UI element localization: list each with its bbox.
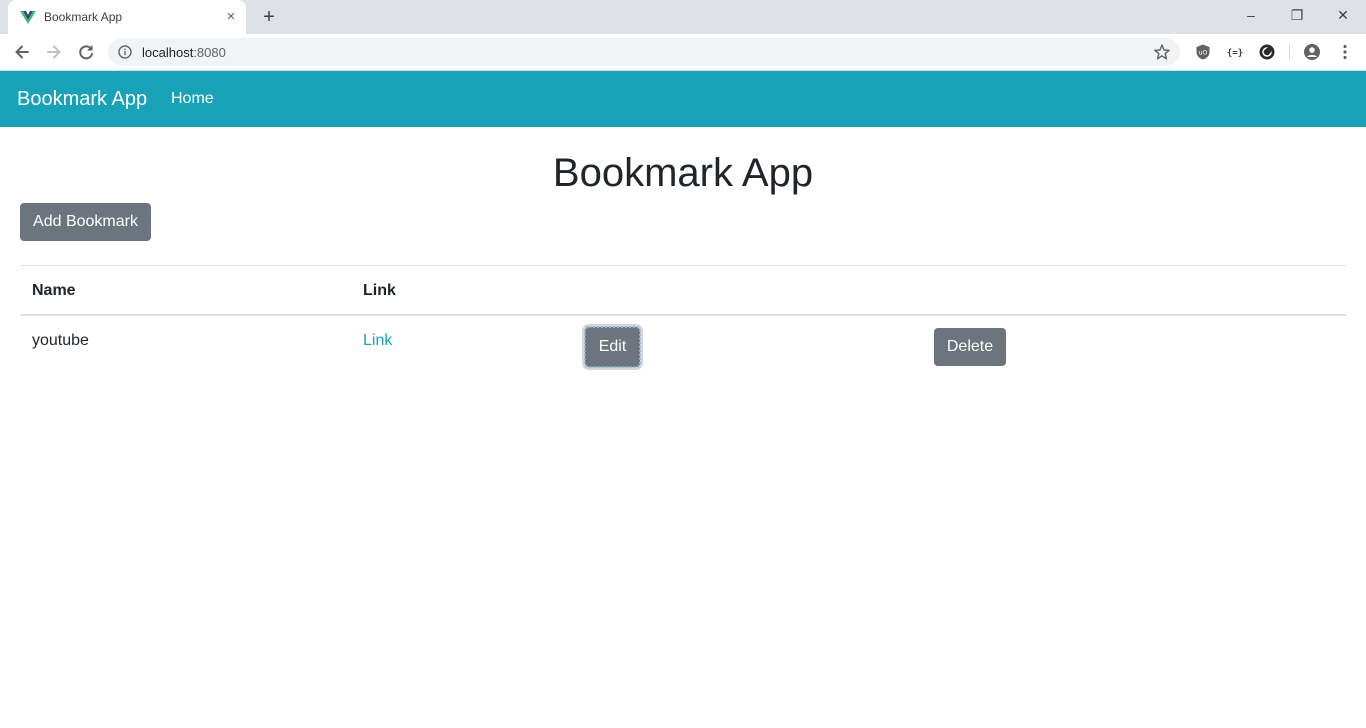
json-viewer-icon[interactable]: {=} <box>1226 43 1244 61</box>
ublock-icon[interactable]: uO <box>1194 43 1212 61</box>
table-header-divider <box>20 314 1346 316</box>
toolbar-divider <box>1289 44 1290 60</box>
kebab-menu-icon[interactable] <box>1336 43 1354 61</box>
url-text[interactable]: localhost:8080 <box>142 45 226 60</box>
reload-icon[interactable] <box>73 39 99 65</box>
svg-text:{=}: {=} <box>1227 49 1243 59</box>
tab-title: Bookmark App <box>44 10 123 24</box>
bookmark-name-cell: youtube <box>32 332 89 349</box>
url-port: :8080 <box>193 45 226 60</box>
dark-reader-icon[interactable] <box>1258 43 1276 61</box>
info-icon[interactable] <box>118 45 132 59</box>
new-tab-button[interactable]: + <box>258 6 280 28</box>
column-header-name: Name <box>32 282 76 299</box>
page-title: Bookmark App <box>552 151 814 195</box>
minimize-button[interactable]: – <box>1228 0 1274 30</box>
app-navbar: Bookmark App Home <box>0 71 1366 127</box>
close-window-button[interactable]: ✕ <box>1320 0 1366 30</box>
add-bookmark-button[interactable]: Add Bookmark <box>20 203 151 241</box>
column-header-link: Link <box>363 282 396 299</box>
profile-avatar-icon[interactable] <box>1303 43 1321 61</box>
vue-logo-icon <box>20 11 36 24</box>
url-host: localhost <box>142 45 194 60</box>
edit-button[interactable]: Edit <box>584 326 641 368</box>
back-arrow-icon[interactable] <box>9 39 35 65</box>
delete-button[interactable]: Delete <box>934 328 1006 366</box>
maximize-button[interactable]: ❐ <box>1274 0 1320 30</box>
bookmark-link[interactable]: Link <box>363 332 392 350</box>
browser-toolbar: localhost:8080 uO {=} <box>0 34 1366 71</box>
bookmark-star-icon[interactable] <box>1153 43 1171 61</box>
tab-close-icon[interactable]: × <box>222 8 240 26</box>
navbar-brand[interactable]: Bookmark App <box>17 88 147 111</box>
svg-text:uO: uO <box>1199 50 1208 57</box>
browser-tab-strip: Bookmark App × + – ❐ ✕ <box>0 0 1366 34</box>
table-top-border <box>20 265 1346 266</box>
nav-link-home[interactable]: Home <box>171 90 214 108</box>
forward-arrow-icon[interactable] <box>41 39 67 65</box>
address-bar[interactable]: localhost:8080 <box>108 38 1180 66</box>
browser-tab[interactable]: Bookmark App × <box>8 0 246 34</box>
